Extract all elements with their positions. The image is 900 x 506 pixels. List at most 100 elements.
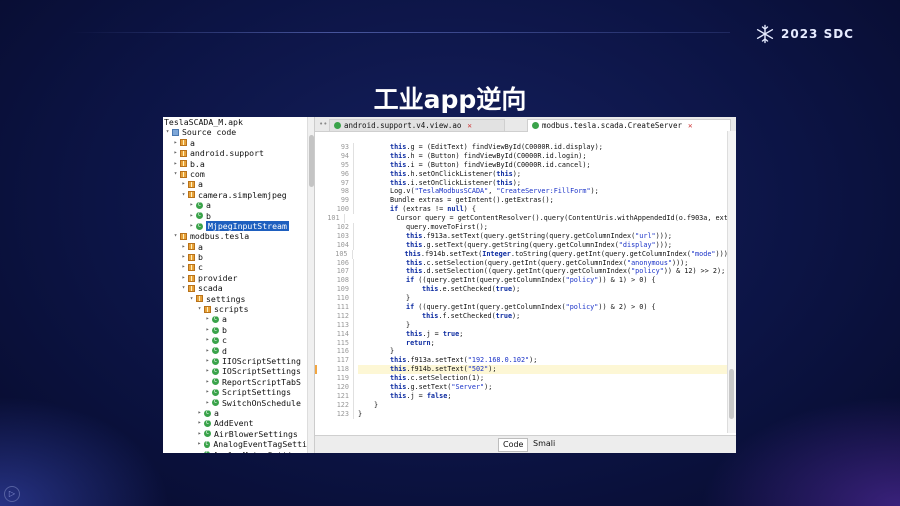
tree-item[interactable]: ▸ a xyxy=(163,179,307,189)
tab-create-server[interactable]: modbus.tesla.scada.CreateServer ✕ xyxy=(527,119,731,132)
tree-item[interactable]: ▸ Cb xyxy=(163,211,307,221)
code-line[interactable]: 101 Cursor query = getContentResolver().q… xyxy=(315,214,736,224)
code-line[interactable]: 108 if ((query.getInt(query.getColumnInde… xyxy=(315,276,736,286)
chevron-down-icon[interactable]: ▾ xyxy=(180,190,187,200)
chevron-down-icon[interactable]: ▾ xyxy=(180,283,187,293)
tree-item[interactable]: ▸ C IOScriptSettings xyxy=(163,366,307,376)
code-line[interactable]: 110} xyxy=(315,294,736,304)
tree-item[interactable]: ▸ Ca xyxy=(163,200,307,210)
chevron-right-icon[interactable]: ▸ xyxy=(188,211,195,221)
code-line[interactable]: 98 Log.v("TeslaModbusSCADA", "CreateServe… xyxy=(315,187,736,197)
play-button[interactable]: ▷ xyxy=(4,486,20,502)
tree-item[interactable]: ▸ provider xyxy=(163,273,307,283)
code-line[interactable]: 100 if (extras != null) { xyxy=(315,205,736,215)
tree-scrollbar[interactable] xyxy=(307,117,315,453)
code-line[interactable]: 106 this.c.setSelection(query.getInt(quer… xyxy=(315,258,736,268)
chevron-down-icon[interactable]: ▾ xyxy=(172,231,179,241)
code-line[interactable]: 105 this.f914b.setText(Integer.toString(q… xyxy=(315,249,736,259)
chevron-down-icon[interactable]: ▾ xyxy=(188,294,195,304)
chevron-right-icon[interactable]: ▸ xyxy=(196,408,203,418)
code-line[interactable]: 116} xyxy=(315,347,736,357)
chevron-right-icon[interactable]: ▸ xyxy=(204,314,211,324)
chevron-right-icon[interactable]: ▸ xyxy=(180,273,187,283)
tree-item[interactable]: ▸ b.a xyxy=(163,159,307,169)
chevron-right-icon[interactable]: ▸ xyxy=(204,387,211,397)
chevron-down-icon[interactable]: ▾ xyxy=(172,169,179,179)
chevron-right-icon[interactable]: ▸ xyxy=(188,221,195,231)
chevron-right-icon[interactable]: ▸ xyxy=(196,450,203,454)
tree-item[interactable]: ▸ Cd xyxy=(163,346,307,356)
chevron-right-icon[interactable]: ▸ xyxy=(204,398,211,408)
chevron-down-icon[interactable]: ▾ xyxy=(196,304,203,314)
tree-item[interactable]: ▾ settings xyxy=(163,294,307,304)
tree-item[interactable]: ▸ Cc xyxy=(163,335,307,345)
code-line[interactable]: 109 this.e.setChecked(true); xyxy=(315,285,736,295)
chevron-right-icon[interactable]: ▸ xyxy=(204,335,211,345)
chevron-right-icon[interactable]: ▸ xyxy=(196,429,203,439)
tree-item[interactable]: ▸CAnalogMeterSettings xyxy=(163,450,307,454)
editor-scroll-thumb[interactable] xyxy=(729,369,734,419)
tree-item[interactable]: ▾ camera.simplemjpeg xyxy=(163,190,307,200)
tab-code[interactable]: Code xyxy=(498,438,529,452)
tree-item[interactable]: ▸ a xyxy=(163,242,307,252)
code-view[interactable]: 93 this.g = (EditText) findViewById(C0000… xyxy=(315,143,736,433)
chevron-right-icon[interactable]: ▸ xyxy=(172,138,179,148)
tree-item[interactable]: ▸ C AddEvent xyxy=(163,418,307,428)
code-line[interactable]: 121 this.j = false; xyxy=(315,391,736,401)
chevron-right-icon[interactable]: ▸ xyxy=(204,366,211,376)
chevron-right-icon[interactable]: ▸ xyxy=(204,377,211,387)
tree-item[interactable]: ▸ C MjpegInputStream xyxy=(163,220,307,232)
tree-item[interactable]: ▾ scripts xyxy=(163,304,307,314)
chevron-right-icon[interactable]: ▸ xyxy=(180,242,187,252)
tree-item[interactable]: ▾ scada xyxy=(163,283,307,293)
close-tab-icon[interactable]: ✕ xyxy=(467,121,472,130)
tree-item[interactable]: ▾ com xyxy=(163,169,307,179)
chevron-right-icon[interactable]: ▸ xyxy=(180,252,187,262)
code-line[interactable]: 104 this.g.setText(query.getString(query.… xyxy=(315,240,736,250)
tree-item[interactable]: ▸ Cb xyxy=(163,325,307,335)
code-line[interactable]: 111 if ((query.getInt(query.getColumnInde… xyxy=(315,303,736,312)
code-line[interactable]: 122} xyxy=(315,400,736,410)
tree-item[interactable]: ▸ Ca xyxy=(163,314,307,324)
code-line[interactable]: 97 this.i.setOnClickListener(this); xyxy=(315,178,736,188)
editor-scrollbar[interactable] xyxy=(727,131,736,433)
tab-smali[interactable]: Smali xyxy=(529,438,559,450)
tree-item[interactable]: ▸ a xyxy=(163,138,307,148)
chevron-right-icon[interactable]: ▸ xyxy=(180,262,187,272)
tree-scroll-thumb[interactable] xyxy=(309,135,314,187)
tree-item[interactable]: ▸ C AirBlowerSettings xyxy=(163,429,307,439)
chevron-right-icon[interactable]: ▸ xyxy=(180,179,187,189)
code-line[interactable]: 119 this.c.setSelection(1); xyxy=(315,374,736,384)
chevron-right-icon[interactable]: ▸ xyxy=(204,325,211,335)
code-line[interactable]: 114 this.j = true; xyxy=(315,329,736,339)
chevron-right-icon[interactable]: ▸ xyxy=(196,418,203,428)
code-line[interactable]: 96 this.h.setOnClickListener(this); xyxy=(315,169,736,179)
code-line[interactable]: 113} xyxy=(315,320,736,330)
tree-item[interactable]: ▸ C AnalogEventTagSetti xyxy=(163,439,307,449)
chevron-down-icon[interactable]: ▾ xyxy=(164,127,171,137)
code-line[interactable]: 117 this.f913a.setText("192.168.0.102"); xyxy=(315,356,736,366)
tab-overflow-icon[interactable]: •• xyxy=(319,120,327,128)
tree-item[interactable]: ▸ android.support xyxy=(163,148,307,158)
code-line[interactable]: 99 Bundle extras = getIntent().getExtras(… xyxy=(315,196,736,206)
code-line[interactable]: 120 this.g.setText("Server"); xyxy=(315,383,736,392)
tree-item[interactable]: ▸ C SwitchOnSchedule xyxy=(163,398,307,408)
chevron-right-icon[interactable]: ▸ xyxy=(188,200,195,210)
code-line[interactable]: 102 query.moveToFirst(); xyxy=(315,223,736,232)
code-line[interactable]: 112 this.f.setChecked(true); xyxy=(315,311,736,321)
code-line[interactable]: 103 this.f913a.setText(query.getString(qu… xyxy=(315,231,736,241)
chevron-right-icon[interactable]: ▸ xyxy=(196,439,203,449)
tab-android-support[interactable]: android.support.v4.view.ao ✕ xyxy=(329,119,505,131)
tree-item[interactable]: ▸ Ca xyxy=(163,408,307,418)
code-line[interactable]: 95 this.i = (Button) findViewById(C0000R.… xyxy=(315,160,736,170)
chevron-right-icon[interactable]: ▸ xyxy=(204,346,211,356)
code-line[interactable]: 123} xyxy=(315,409,736,419)
tree-item[interactable]: ▸ b xyxy=(163,252,307,262)
chevron-right-icon[interactable]: ▸ xyxy=(204,356,211,366)
tree-item[interactable]: ▸ C IIOScriptSetting xyxy=(163,356,307,366)
code-line[interactable]: 115 return; xyxy=(315,338,736,348)
close-tab-icon[interactable]: ✕ xyxy=(688,121,693,130)
chevron-right-icon[interactable]: ▸ xyxy=(172,148,179,158)
tree-item[interactable]: TeslaSCADA_M.apk xyxy=(163,117,307,127)
tree-item[interactable]: ▸ C ReportScriptTabS xyxy=(163,377,307,387)
